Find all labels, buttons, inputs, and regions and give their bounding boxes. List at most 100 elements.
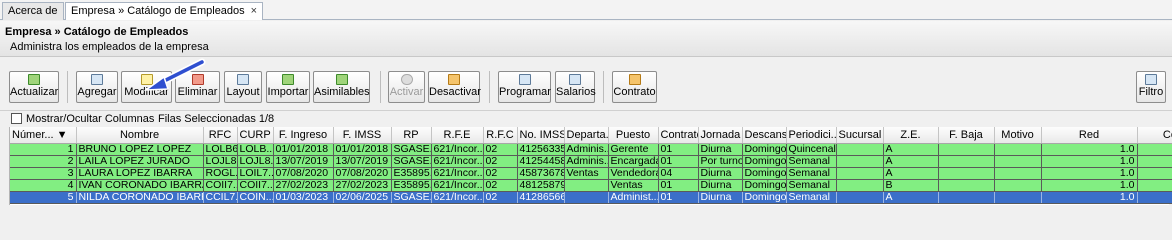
page-header: Empresa » Catálogo de Empleados Administ… — [0, 21, 1172, 57]
column-header-rp[interactable]: RP — [391, 127, 432, 144]
cell-cont: 1 — [1137, 191, 1172, 204]
cell-departamento — [564, 191, 609, 204]
column-header-periodicidad[interactable]: Periodici... — [786, 127, 837, 144]
table-row[interactable]: 1BRUNO LOPEZ LOPEZLOLB6...LOLB...01/01/2… — [10, 143, 1172, 156]
actualizar-button[interactable]: Actualizar — [9, 71, 59, 103]
cell-motivo — [994, 155, 1042, 168]
table-row[interactable]: 3LAURA LOPEZ IBARRAROGL...LOIL7...07/08/… — [10, 167, 1172, 180]
cell-contrato: 01 — [658, 191, 699, 204]
cell-jornada: Diurna — [698, 167, 743, 180]
column-header-contrato[interactable]: Contrato — [658, 127, 699, 144]
add-icon — [91, 74, 103, 85]
column-header-numero[interactable]: Númer... ▼ — [10, 127, 77, 144]
refresh-icon — [28, 74, 40, 85]
cell-fecha-baja — [938, 143, 995, 156]
table-row[interactable]: 4IVAN CORONADO IBARRACOII7...COII7...27/… — [10, 179, 1172, 192]
layout-button[interactable]: Layout — [224, 71, 262, 103]
column-header-rfe[interactable]: R.F.E — [431, 127, 484, 144]
close-icon[interactable]: × — [251, 5, 257, 17]
tab-acerca-de[interactable]: Acerca de — [2, 2, 64, 20]
cell-jornada: Diurna — [698, 191, 743, 204]
cell-rfc: CCIL7... — [203, 191, 238, 204]
cell-numero: 2 — [10, 155, 77, 168]
column-header-nombre[interactable]: Nombre — [76, 127, 204, 144]
cell-red: 1.0 — [1041, 179, 1138, 192]
cell-rp: SGASE... — [391, 143, 432, 156]
agregar-button[interactable]: Agregar — [76, 71, 118, 103]
cell-cont: 1 — [1137, 179, 1172, 192]
toolbar-separator — [489, 71, 490, 103]
toolbar-separator — [380, 71, 381, 103]
desactivar-button[interactable]: Desactivar — [428, 71, 481, 103]
tab-strip: Acerca de Empresa » Catálogo de Empleado… — [0, 0, 1172, 20]
cell-fecha-ingreso: 27/02/2023 — [273, 179, 334, 192]
cell-contrato: 01 — [658, 155, 699, 168]
column-header-motivo[interactable]: Motivo — [994, 127, 1042, 144]
cell-fecha-ingreso: 07/08/2020 — [273, 167, 334, 180]
cell-rfe: 621/Incor... — [431, 155, 484, 168]
cell-no-imss: 41256335... — [517, 143, 565, 156]
cell-rfe: 621/Incor... — [431, 143, 484, 156]
activar-button[interactable]: Activar — [388, 71, 425, 103]
cell-rfc2: 02 — [483, 191, 518, 204]
filtro-button[interactable]: Filtro — [1136, 71, 1166, 103]
column-header-fecha-imss[interactable]: F. IMSS — [333, 127, 392, 144]
column-header-departamento[interactable]: Departa... — [564, 127, 609, 144]
table-row[interactable]: 2LAILA LOPEZ JURADOLOJL8...LOJL8...13/07… — [10, 155, 1172, 168]
cell-sucursal — [836, 143, 884, 156]
cell-curp: LOJL8... — [237, 155, 274, 168]
button-label: Agregar — [77, 86, 117, 98]
importar-button[interactable]: Importar — [266, 71, 310, 103]
programar-button[interactable]: Programar — [498, 71, 551, 103]
cell-rfc: COII7... — [203, 179, 238, 192]
cell-sucursal — [836, 191, 884, 204]
undo-arrow-icon — [448, 74, 460, 85]
column-header-cont[interactable]: Cont — [1137, 127, 1172, 144]
cell-fecha-baja — [938, 167, 995, 180]
page-description: Administra los empleados de la empresa — [10, 41, 209, 53]
cell-fecha-ingreso: 13/07/2019 — [273, 155, 334, 168]
cell-jornada: Por turnos — [698, 155, 743, 168]
column-header-jornada[interactable]: Jornada — [698, 127, 743, 144]
column-header-rfc[interactable]: RFC — [203, 127, 238, 144]
column-header-descanso[interactable]: Descanso — [742, 127, 787, 144]
salarios-button[interactable]: Salarios — [555, 71, 596, 103]
column-header-fecha-baja[interactable]: F. Baja — [938, 127, 995, 144]
cell-rfc: LOJL8... — [203, 155, 238, 168]
tab-label: Acerca de — [8, 5, 58, 17]
cell-contrato: 04 — [658, 167, 699, 180]
cell-nombre: LAILA LOPEZ JURADO — [76, 155, 204, 168]
column-header-red[interactable]: Red — [1041, 127, 1138, 144]
column-header-ze[interactable]: Z.E. — [883, 127, 939, 144]
cell-numero: 5 — [10, 191, 77, 204]
cell-periodicidad: Semanal — [786, 191, 837, 204]
cell-periodicidad: Semanal — [786, 179, 837, 192]
column-header-fecha-ingreso[interactable]: F. Ingreso — [273, 127, 334, 144]
contrato-button[interactable]: Contrato — [612, 71, 657, 103]
options-row: Mostrar/Ocultar Columnas Filas Seleccion… — [0, 110, 1172, 127]
cell-rfc: ROGL... — [203, 167, 238, 180]
show-columns-checkbox[interactable] — [11, 113, 22, 124]
cell-red: 1.0 — [1041, 167, 1138, 180]
column-header-curp[interactable]: CURP — [237, 127, 274, 144]
column-header-no-imss[interactable]: No. IMSS — [517, 127, 565, 144]
cell-jornada: Diurna — [698, 143, 743, 156]
column-header-rfc2[interactable]: R.F.C — [483, 127, 518, 144]
calendar-icon — [518, 74, 531, 85]
button-label: Filtro — [1138, 86, 1164, 98]
cell-motivo — [994, 179, 1042, 192]
cell-departamento: Adminis... — [564, 143, 609, 156]
asimilables-button[interactable]: Asimilables — [313, 71, 370, 103]
tab-catalogo-empleados[interactable]: Empresa » Catálogo de Empleados × — [65, 2, 264, 20]
column-header-sucursal[interactable]: Sucursal — [836, 127, 884, 144]
cell-ze: A — [883, 191, 939, 204]
column-header-puesto[interactable]: Puesto — [608, 127, 659, 144]
cell-rfe: 621/Incor... — [431, 179, 484, 192]
cell-puesto: Encargada — [608, 155, 659, 168]
employees-table: Númer... ▼ Nombre RFC CURP F. Ingreso F.… — [9, 127, 1172, 205]
cell-puesto: Gerente — [608, 143, 659, 156]
table-row[interactable]: 5NILDA CORONADO IBARRACCIL7...COIN...01/… — [10, 191, 1172, 204]
cell-rp: E35895... — [391, 179, 432, 192]
cell-curp: LOLB... — [237, 143, 274, 156]
cell-puesto: Ventas — [608, 179, 659, 192]
